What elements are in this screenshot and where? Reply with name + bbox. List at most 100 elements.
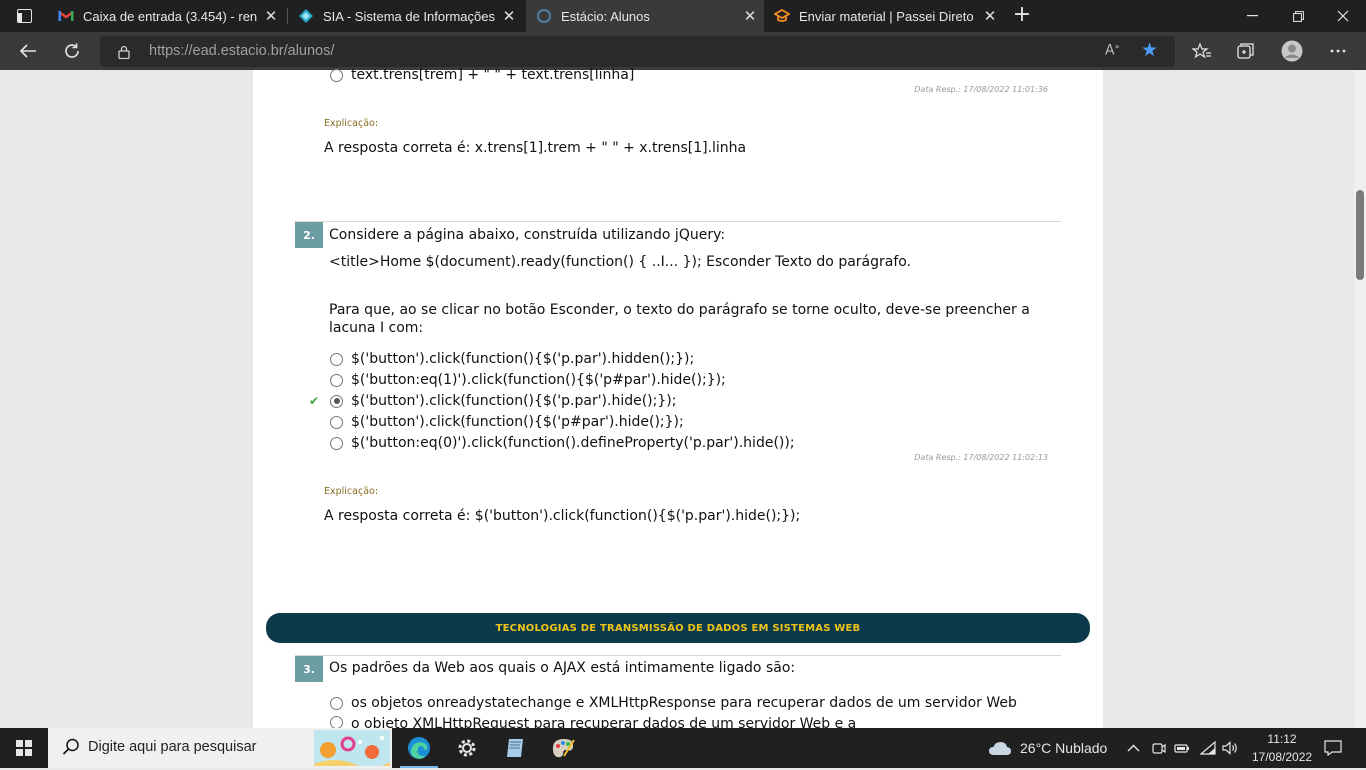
sia-icon xyxy=(298,8,314,24)
notifications-icon[interactable] xyxy=(1324,728,1342,768)
tab-title: SIA - Sistema de Informações Ac xyxy=(323,8,495,24)
system-clock[interactable]: 11:12 17/08/2022 xyxy=(1252,730,1312,766)
tab-actions-icon[interactable] xyxy=(8,4,40,28)
radio-button[interactable] xyxy=(330,68,343,82)
show-hidden-icons-chevron-icon[interactable] xyxy=(1127,728,1140,768)
radio-button[interactable] xyxy=(330,352,343,366)
start-button[interactable] xyxy=(0,728,48,768)
tab-title: Caixa de entrada (3.454) - renato xyxy=(83,8,257,24)
weather-widget[interactable]: 26°C Nublado xyxy=(988,728,1107,768)
q2-option-d[interactable]: $('button').click(function(){$('p#par').… xyxy=(330,414,684,430)
q2-explanation-label: Explicação: xyxy=(324,486,379,497)
restore-icon[interactable] xyxy=(1275,0,1321,32)
tab-estacio-alunos[interactable]: Estácio: Alunos ✕ xyxy=(526,0,764,32)
page-scrollbar[interactable] xyxy=(1354,70,1366,728)
cloud-icon xyxy=(989,742,1011,755)
q2-explanation: A resposta correta é: $('button').click(… xyxy=(324,508,801,524)
estacio-icon xyxy=(536,8,552,24)
favorite-star-icon[interactable]: ★ xyxy=(1141,39,1158,61)
profile-avatar-icon[interactable] xyxy=(1276,36,1308,66)
collections-icon[interactable] xyxy=(1230,36,1262,66)
q1-option[interactable]: text.trens[trem] + " " + text.trens[linh… xyxy=(330,67,634,83)
close-tab-icon[interactable]: ✕ xyxy=(976,7,1004,25)
close-tab-icon[interactable]: ✕ xyxy=(736,7,764,25)
back-icon[interactable] xyxy=(12,36,44,66)
q2-text-line4: lacuna I com: xyxy=(329,320,424,336)
url-text[interactable]: https://ead.estacio.br/alunos/ xyxy=(149,43,334,59)
navigation-bar: https://ead.estacio.br/alunos/ A» ★ xyxy=(0,32,1366,70)
q1-explanation-label: Explicação: xyxy=(324,118,379,129)
q1-timestamp: Data Resp.: 17/08/2022 11:01:36 xyxy=(914,85,1048,94)
q1-option-label: text.trens[trem] + " " + text.trens[linh… xyxy=(351,67,635,83)
tab-gmail[interactable]: Caixa de entrada (3.454) - renato ✕ xyxy=(48,0,288,32)
url-host: https://ead.estacio.br xyxy=(149,43,284,59)
meet-now-icon[interactable] xyxy=(1152,728,1166,768)
taskbar-edge-icon[interactable] xyxy=(396,728,442,768)
question-number: 3. xyxy=(295,656,323,682)
q2-option-label: $('button:eq(0)').click(function().defin… xyxy=(351,435,795,451)
volume-icon[interactable] xyxy=(1222,728,1240,768)
question-divider xyxy=(295,655,1061,656)
taskbar-notes-icon[interactable] xyxy=(492,728,538,768)
q3-option-b[interactable]: o objeto XMLHttpRequest para recuperar d… xyxy=(330,716,856,728)
tab-sia[interactable]: SIA - Sistema de Informações Ac ✕ xyxy=(288,0,526,32)
q3-option-label: os objetos onreadystatechange e XMLHttpR… xyxy=(351,695,1017,711)
wifi-icon[interactable] xyxy=(1200,728,1216,768)
tab-strip: Caixa de entrada (3.454) - renato ✕ SIA … xyxy=(0,0,1366,32)
radio-button[interactable] xyxy=(330,696,343,710)
q2-option-label: $('button').click(function(){$('p.par').… xyxy=(351,351,695,367)
q2-option-e[interactable]: $('button:eq(0)').click(function().defin… xyxy=(330,435,795,451)
correct-check-icon: ✔ xyxy=(309,394,320,408)
radio-button[interactable] xyxy=(330,716,343,728)
q2-option-label: $('button').click(function(){$('p.par').… xyxy=(351,393,677,409)
search-placeholder: Digite aqui para pesquisar xyxy=(88,739,257,755)
lock-icon[interactable] xyxy=(118,44,130,60)
refresh-icon[interactable] xyxy=(56,36,88,66)
gmail-icon xyxy=(58,8,74,24)
section-banner: TECNOLOGIAS DE TRANSMISSÃO DE DADOS EM S… xyxy=(266,613,1090,643)
scrollbar-thumb[interactable] xyxy=(1356,190,1364,280)
settings-more-icon[interactable] xyxy=(1322,36,1354,66)
tab-title: Estácio: Alunos xyxy=(561,8,650,24)
clock-time: 11:12 xyxy=(1267,732,1297,746)
close-window-icon[interactable] xyxy=(1320,0,1366,32)
q3-option-a[interactable]: os objetos onreadystatechange e XMLHttpR… xyxy=(330,695,1017,711)
question-divider xyxy=(295,221,1061,222)
radio-button[interactable] xyxy=(330,373,343,387)
radio-button[interactable] xyxy=(330,436,343,450)
radio-button-selected[interactable] xyxy=(330,394,343,408)
search-icon xyxy=(62,738,80,756)
q2-timestamp: Data Resp.: 17/08/2022 11:02:13 xyxy=(914,453,1048,462)
url-path: /alunos/ xyxy=(283,43,335,59)
q3-text: Os padrões da Web aos quais o AJAX está … xyxy=(329,660,796,676)
q2-option-label: $('button:eq(1)').click(function(){$('p#… xyxy=(351,372,726,388)
close-tab-icon[interactable]: ✕ xyxy=(257,7,285,25)
favorites-icon[interactable] xyxy=(1186,36,1218,66)
q2-option-b[interactable]: $('button:eq(1)').click(function(){$('p#… xyxy=(330,372,726,388)
tab-title: Enviar material | Passei Direto xyxy=(799,8,974,24)
question-number: 2. xyxy=(295,222,323,248)
q2-text-line3: Para que, ao se clicar no botão Esconder… xyxy=(329,302,1030,318)
new-tab-icon[interactable]: + xyxy=(1009,2,1035,30)
search-highlight-illustration xyxy=(314,730,390,768)
q2-option-c[interactable]: $('button').click(function(){$('p.par').… xyxy=(330,393,676,409)
taskbar-search-box[interactable]: Digite aqui para pesquisar xyxy=(48,728,392,768)
q1-explanation: A resposta correta é: x.trens[1].trem + … xyxy=(324,140,747,156)
tab-passei-direto[interactable]: Enviar material | Passei Direto ✕ xyxy=(764,0,1004,32)
q2-option-label: $('button').click(function(){$('p#par').… xyxy=(351,414,684,430)
battery-icon[interactable] xyxy=(1174,728,1190,768)
q2-option-a[interactable]: $('button').click(function(){$('p.par').… xyxy=(330,351,694,367)
address-bar[interactable]: https://ead.estacio.br/alunos/ A» ★ xyxy=(100,36,1175,67)
minimize-icon[interactable] xyxy=(1229,0,1275,32)
close-tab-icon[interactable]: ✕ xyxy=(495,7,523,25)
windows-taskbar: Digite aqui para pesquisar 26°C Nublado xyxy=(0,728,1366,768)
taskbar-settings-gear-icon[interactable] xyxy=(444,728,490,768)
passei-direto-icon xyxy=(774,8,790,24)
taskbar-paint-icon[interactable] xyxy=(540,728,586,768)
radio-button[interactable] xyxy=(330,415,343,429)
weather-text: 26°C Nublado xyxy=(1020,740,1108,756)
read-aloud-icon[interactable]: A» xyxy=(1105,42,1119,59)
q2-text-line2: <title>Home $(document).ready(function()… xyxy=(329,254,912,270)
q3-option-label: o objeto XMLHttpRequest para recuperar d… xyxy=(351,716,857,728)
q2-text-line1: Considere a página abaixo, construída ut… xyxy=(329,227,726,243)
